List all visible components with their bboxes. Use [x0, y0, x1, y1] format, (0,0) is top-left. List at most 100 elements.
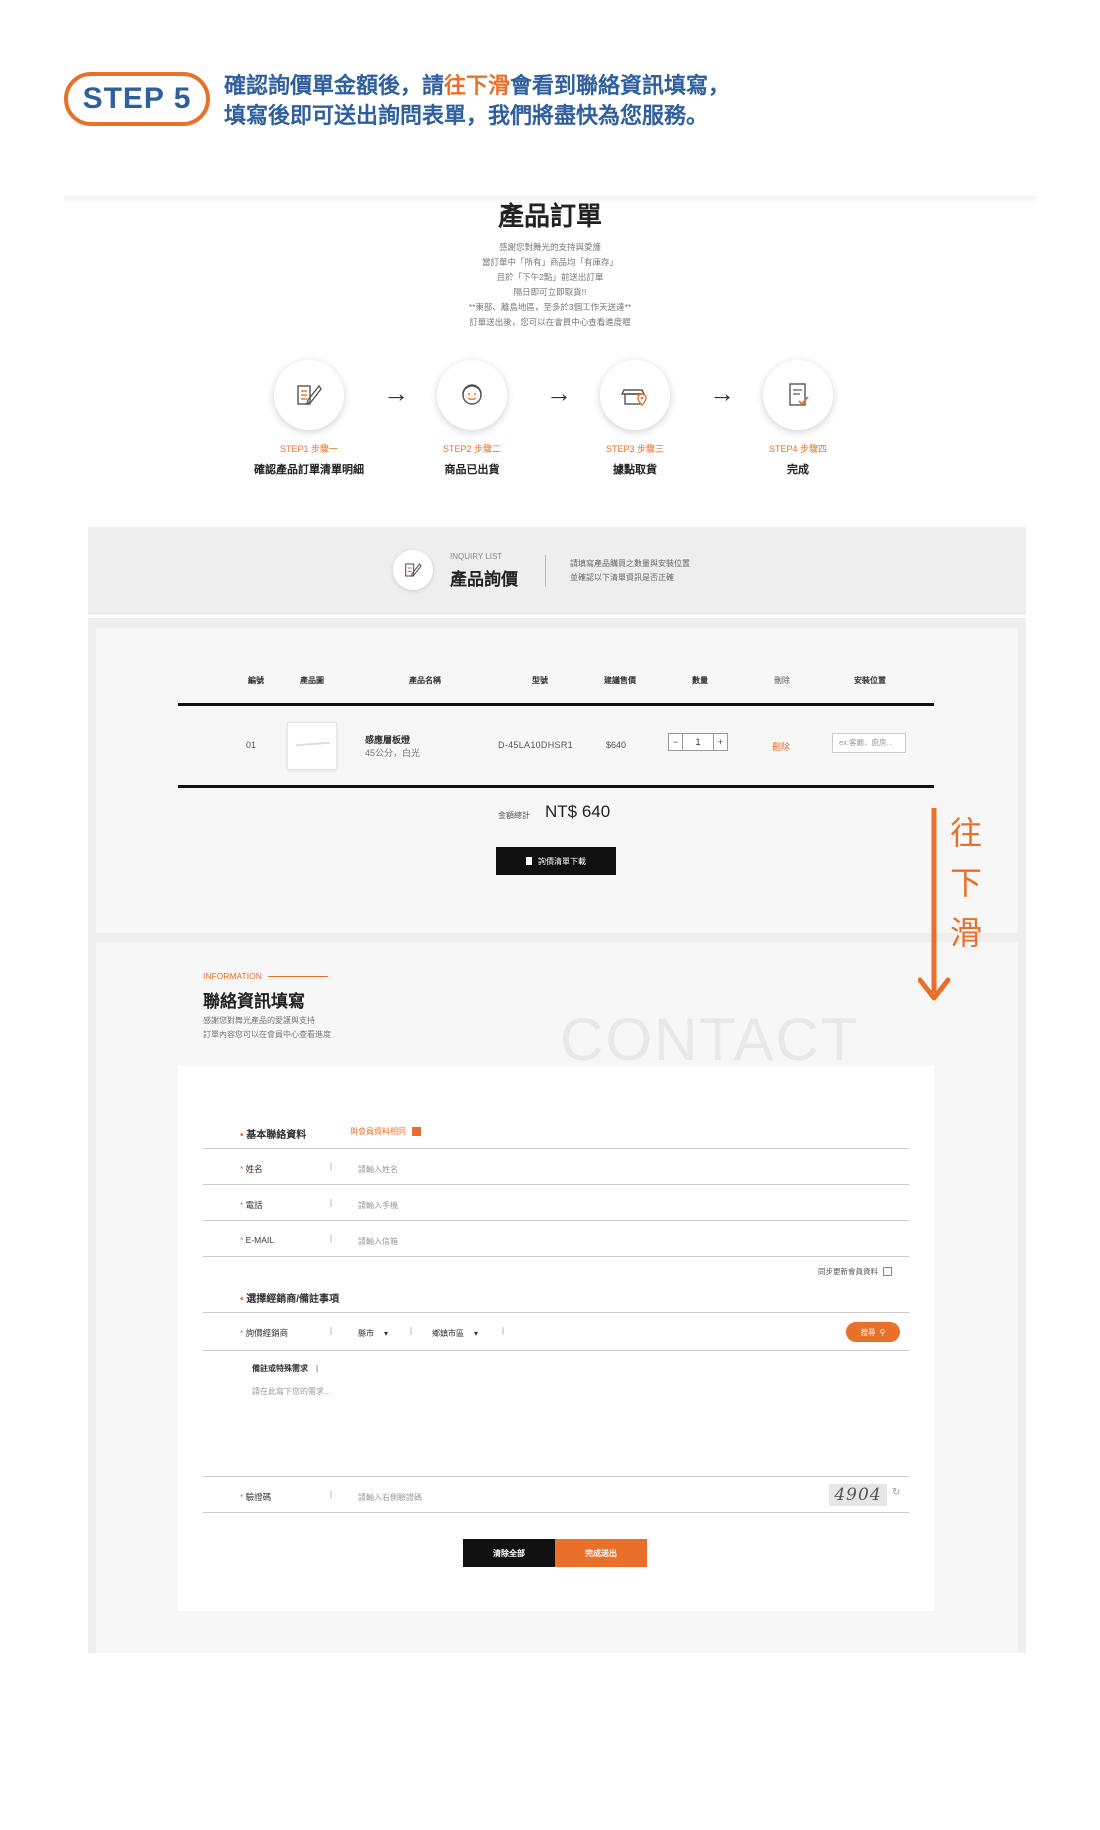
name-input[interactable]: 請輸入姓名 [358, 1164, 898, 1175]
field-separator: | [502, 1326, 505, 1335]
district-select[interactable]: 鄉鎮市區 ▾ [432, 1328, 478, 1339]
field-label: * 姓名 [240, 1163, 263, 1175]
product-spec: 45公分，白光 [365, 748, 421, 758]
city-select[interactable]: 縣市 ▾ [358, 1328, 388, 1339]
checklist-pen-icon [274, 360, 344, 430]
accent-line [267, 976, 328, 978]
search-button[interactable]: 搜尋 ⚲ [846, 1322, 900, 1342]
contact-watermark: CONTACT [560, 1006, 860, 1073]
table-header: 編號 [248, 676, 264, 685]
product-thumbnail-shape [295, 741, 331, 747]
quantity-stepper[interactable]: − 1 + [668, 733, 728, 751]
field-separator: | [410, 1326, 413, 1335]
same-member-label: 與會員資料相同 [350, 1127, 406, 1136]
field-label: * 電話 [240, 1199, 263, 1211]
desc-line: 感謝您對舞光產品的愛護與支持 [203, 1016, 315, 1025]
field-label: * 詢價經銷商 [240, 1327, 288, 1339]
document-check-icon [763, 360, 833, 430]
total-label: 金額總計 [498, 811, 530, 820]
scroll-char: 下 [949, 864, 982, 902]
field-separator: | [330, 1198, 333, 1207]
checkbox-icon[interactable] [412, 1127, 421, 1136]
remark-label-text: 備註或特殊需求 [252, 1364, 308, 1373]
phone-input[interactable]: 請輸入手機 [358, 1200, 898, 1211]
divider [545, 555, 546, 587]
captcha-input[interactable]: 請輸入右側驗證碼 [358, 1492, 798, 1503]
field-label-text: 電話 [245, 1200, 263, 1210]
field-separator: | [316, 1364, 319, 1373]
same-as-member-toggle[interactable]: 與會員資料相同 [350, 1126, 421, 1137]
field-separator: | [330, 1326, 333, 1335]
step-number: STEP1 步驟一 [279, 444, 338, 454]
field-label-text: 驗證碼 [245, 1492, 272, 1502]
section-heading-text: 選擇經銷商/備註事項 [246, 1294, 340, 1305]
sync-label: 同步更新會員資料 [818, 1267, 878, 1276]
step-number: STEP4 步驟四 [768, 444, 827, 454]
install-location-input[interactable]: ex:客廳、廚房... [832, 733, 906, 753]
note-line: **東部、離島地區，至多於3個工作天送達** [468, 302, 632, 312]
field-label-text: 姓名 [245, 1164, 263, 1174]
store-location-icon [600, 360, 670, 430]
field-label-text: E-MAIL [245, 1235, 275, 1245]
inquiry-banner [88, 527, 1026, 615]
page-title: 產品訂單 [497, 202, 602, 232]
arrow-right-icon: → [709, 378, 735, 408]
checklist-pen-icon [393, 550, 433, 590]
step-number: STEP2 步驟二 [442, 444, 501, 454]
arrow-right-icon: → [546, 378, 572, 408]
field-separator: | [330, 1234, 333, 1243]
table-header: 產品名稱 [409, 676, 441, 685]
field-separator: | [330, 1490, 333, 1499]
headset-support-icon [437, 360, 507, 430]
field-divider [203, 1220, 909, 1221]
step-name: 據點取貨 [613, 464, 657, 476]
qty-value[interactable]: 1 [683, 734, 713, 750]
submit-button[interactable]: 完成送出 [555, 1539, 647, 1567]
instruction-highlight: 往下滑 [444, 74, 511, 99]
scroll-char: 滑 [949, 914, 982, 952]
clear-all-button[interactable]: 清除全部 [463, 1539, 555, 1567]
desc-line: 訂單內容您可以在會員中心查看進度 [203, 1030, 331, 1039]
note-line: 當訂單中「所有」商品均「有庫存」 [481, 257, 618, 267]
captcha-image: 4904 [829, 1484, 887, 1506]
qty-plus-button[interactable]: + [713, 734, 727, 750]
document-icon [526, 857, 532, 865]
email-input[interactable]: 請輸入信箱 [358, 1236, 898, 1247]
table-rule [178, 785, 934, 788]
checkbox[interactable] [883, 1267, 892, 1276]
table-header: 安裝位置 [854, 676, 886, 685]
desc-line: 請填寫產品購買之數量與安裝位置 [570, 559, 690, 568]
row-number: 01 [246, 740, 257, 750]
field-label: * 驗證碼 [240, 1491, 271, 1503]
product-name[interactable]: 感應層板燈 [365, 733, 410, 746]
instruction-text: 填寫後即可送出詢問表單，我們將盡快為您服務。 [224, 104, 709, 129]
refresh-icon[interactable]: ↻ [892, 1487, 900, 1498]
field-label: * E-MAIL [240, 1235, 274, 1245]
contact-en-text: INFORMATION [203, 971, 262, 981]
instruction-text: 會看到聯絡資訊填寫， [510, 74, 731, 99]
sync-member-toggle[interactable]: 同步更新會員資料 [818, 1266, 892, 1277]
city-value: 縣市 [358, 1329, 374, 1338]
step-number: STEP3 步驟三 [605, 444, 664, 454]
contact-title: 聯絡資訊填寫 [203, 992, 305, 1011]
product-model: D-45LA10DHSR1 [498, 740, 573, 750]
table-header: 建議售價 [604, 676, 636, 685]
inquiry-panel [96, 628, 1018, 933]
arrow-right-icon: → [383, 378, 409, 408]
remark-textarea[interactable]: 請在此寫下您的需求... [252, 1386, 892, 1474]
field-separator: | [330, 1162, 333, 1171]
contact-en-label: INFORMATION [203, 971, 328, 981]
search-icon: ⚲ [879, 1327, 886, 1337]
note-line: 感謝您對舞光的支持與愛護 [498, 242, 601, 252]
desc-line: 並確認以下清單資訊是否正確 [570, 573, 674, 582]
table-header: 型號 [532, 676, 548, 685]
inquiry-description: 請填寫產品購買之數量與安裝位置 並確認以下清單資訊是否正確 [570, 557, 690, 585]
table-header: 產品圖 [300, 676, 324, 685]
field-divider [203, 1312, 909, 1313]
qty-minus-button[interactable]: − [669, 734, 683, 750]
inquiry-title: 產品詢價 [450, 570, 518, 589]
delete-link[interactable]: 刪除 [772, 740, 790, 753]
product-image[interactable] [287, 722, 337, 770]
download-list-button[interactable]: 詢價清單下載 [496, 847, 616, 875]
table-header: 刪除 [774, 676, 790, 685]
